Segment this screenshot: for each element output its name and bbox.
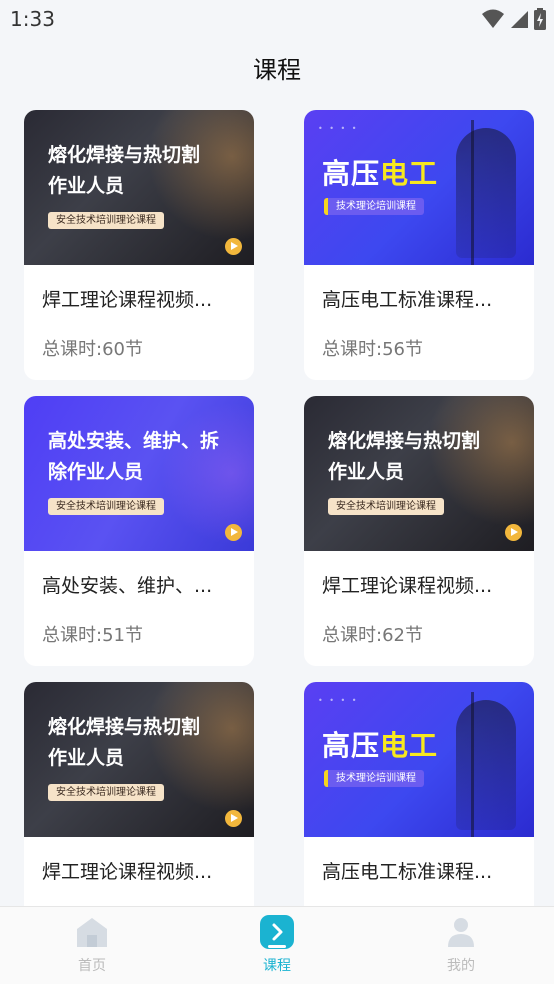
course-card[interactable]: 熔化焊接与热切割 作业人员 安全技术培训理论课程 焊工理论课程视频... 总课时:… xyxy=(24,110,254,380)
thumbnail-decoration: • • • • xyxy=(318,124,359,133)
battery-icon xyxy=(534,8,546,30)
course-card[interactable]: 熔化焊接与热切割 作业人员 安全技术培训理论课程 焊工理论课程视频... xyxy=(24,682,254,906)
wifi-icon xyxy=(482,9,504,28)
course-card[interactable]: 熔化焊接与热切割 作业人员 安全技术培训理论课程 焊工理论课程视频... 总课时:… xyxy=(304,396,534,666)
status-time: 1:33 xyxy=(10,7,55,31)
course-thumbnail: 高处安装、维护、拆 除作业人员 安全技术培训理论课程 xyxy=(24,396,254,551)
tab-label: 课程 xyxy=(263,958,291,974)
course-thumbnail: 熔化焊接与热切割 作业人员 安全技术培训理论课程 xyxy=(24,110,254,265)
home-icon xyxy=(75,915,109,949)
signal-icon xyxy=(511,11,528,28)
course-icon xyxy=(260,915,294,949)
thumbnail-tag: 安全技术培训理论课程 xyxy=(48,212,164,229)
status-bar: 1:33 xyxy=(0,0,554,38)
tab-course[interactable]: 课程 xyxy=(227,915,327,975)
thumbnail-title: 熔化焊接与热切割 作业人员 xyxy=(48,716,201,769)
tab-label: 首页 xyxy=(78,958,106,974)
thumbnail-title: 高压电工 xyxy=(322,729,439,762)
course-name: 高压电工标准课程... xyxy=(322,289,493,311)
course-name: 焊工理论课程视频... xyxy=(42,289,213,311)
thumbnail-tag: 技术理论培训课程 xyxy=(324,770,424,787)
course-card[interactable]: • • • • 高压电工 技术理论培训课程 高压电工标准课程... 总课时:56… xyxy=(304,110,534,380)
course-name: 焊工理论课程视频... xyxy=(42,861,213,883)
play-icon xyxy=(225,524,242,541)
thumbnail-tag: 安全技术培训理论课程 xyxy=(48,784,164,801)
tab-label: 我的 xyxy=(447,958,475,974)
thumbnail-title: 熔化焊接与热切割 作业人员 xyxy=(48,144,201,197)
bottom-tab-bar: 首页 课程 我的 xyxy=(0,906,554,984)
thumbnail-tag: 安全技术培训理论课程 xyxy=(328,498,444,515)
course-thumbnail: • • • • 高压电工 技术理论培训课程 xyxy=(304,682,534,837)
course-card[interactable]: • • • • 高压电工 技术理论培训课程 高压电工标准课程... xyxy=(304,682,534,906)
thumbnail-tag: 技术理论培训课程 xyxy=(324,198,424,215)
page-header: 课程 xyxy=(0,38,554,102)
thumbnail-title: 高处安装、维护、拆 除作业人员 xyxy=(48,430,220,483)
course-thumbnail: 熔化焊接与热切割 作业人员 安全技术培训理论课程 xyxy=(24,682,254,837)
thumbnail-tag: 安全技术培训理论课程 xyxy=(48,498,164,515)
thumbnail-title: 熔化焊接与热切割 作业人员 xyxy=(328,430,481,483)
course-card[interactable]: 高处安装、维护、拆 除作业人员 安全技术培训理论课程 高处安装、维护、... 总课… xyxy=(24,396,254,666)
tab-home[interactable]: 首页 xyxy=(42,915,142,975)
course-hours: 总课时:60节 xyxy=(42,339,143,360)
course-hours: 总课时:56节 xyxy=(322,339,423,360)
play-icon xyxy=(225,810,242,827)
thumbnail-title: 高压电工 xyxy=(322,157,439,190)
play-icon xyxy=(505,524,522,541)
profile-icon xyxy=(444,915,478,949)
course-hours: 总课时:51节 xyxy=(42,625,143,646)
course-thumbnail: 熔化焊接与热切割 作业人员 安全技术培训理论课程 xyxy=(304,396,534,551)
course-grid: 熔化焊接与热切割 作业人员 安全技术培训理论课程 焊工理论课程视频... 总课时:… xyxy=(0,102,554,906)
course-thumbnail: • • • • 高压电工 技术理论培训课程 xyxy=(304,110,534,265)
status-icons xyxy=(482,8,546,30)
course-hours: 总课时:62节 xyxy=(322,625,423,646)
tab-profile[interactable]: 我的 xyxy=(411,915,511,975)
thumbnail-decoration: • • • • xyxy=(318,696,359,705)
course-name: 高压电工标准课程... xyxy=(322,861,493,883)
play-icon xyxy=(225,238,242,255)
page-title: 课程 xyxy=(253,56,301,84)
thumbnail-decoration xyxy=(456,128,516,258)
course-name: 焊工理论课程视频... xyxy=(322,575,493,597)
thumbnail-decoration xyxy=(456,700,516,830)
course-name: 高处安装、维护、... xyxy=(42,575,213,597)
